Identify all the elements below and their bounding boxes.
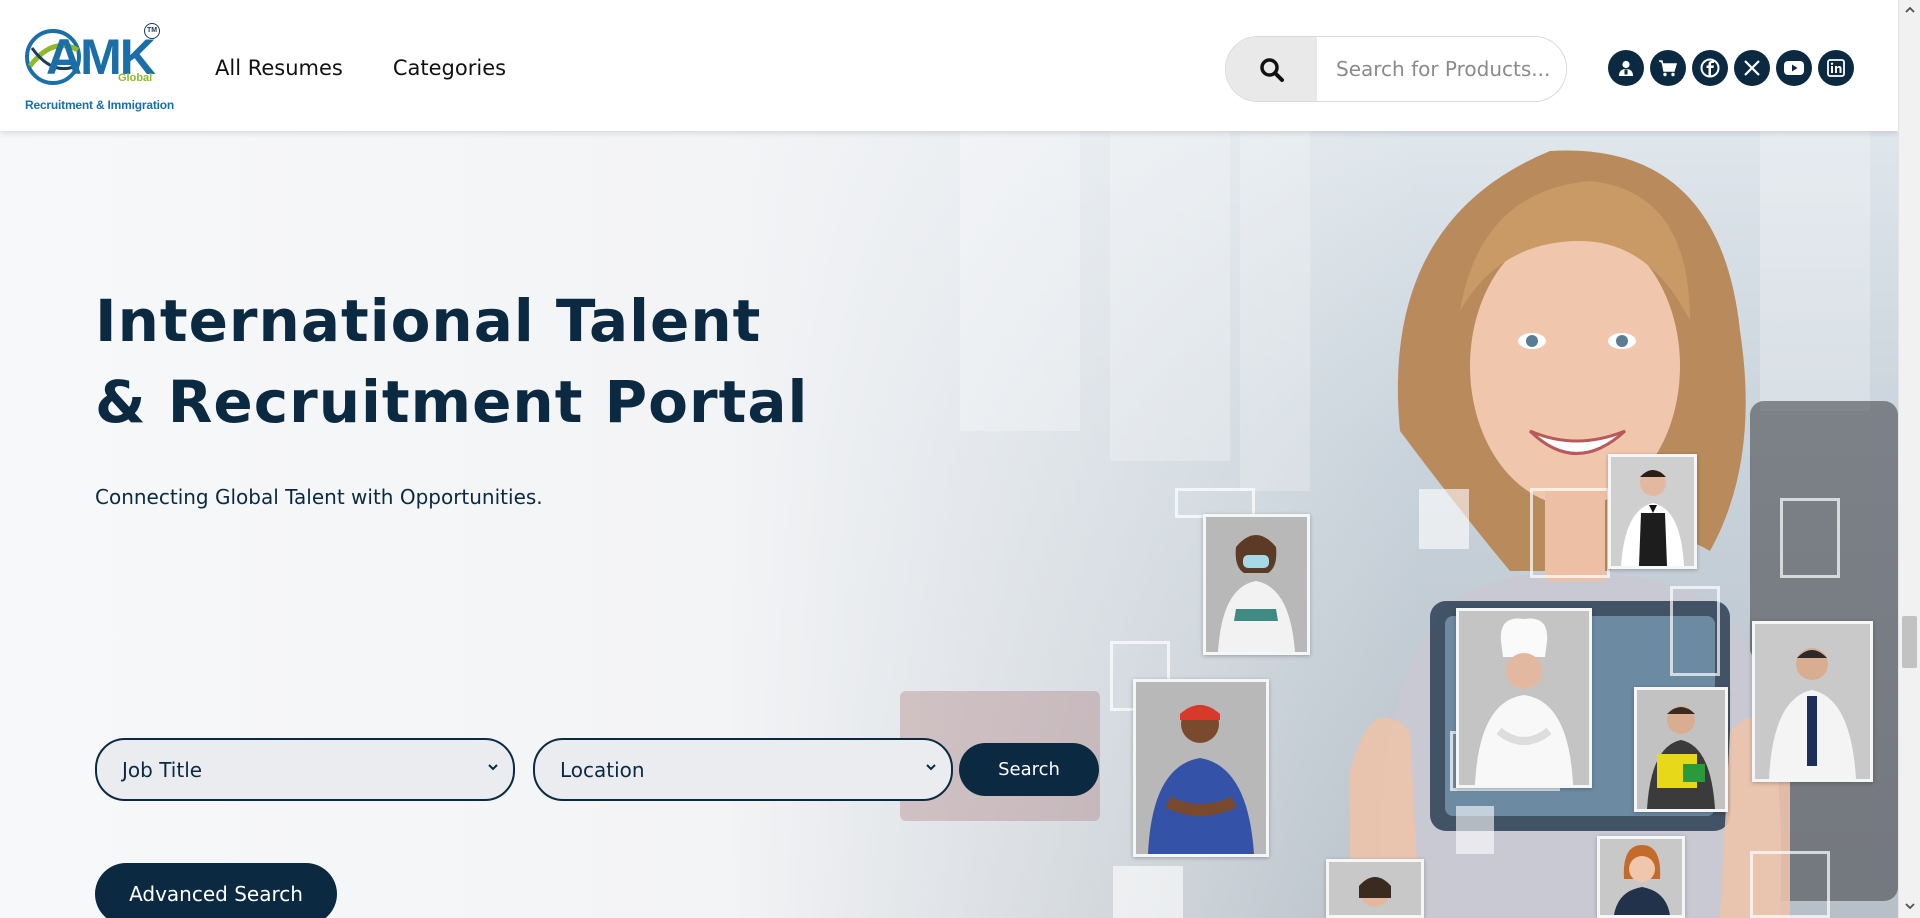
hero-section: International Talent & Recruitment Porta… bbox=[0, 131, 1898, 918]
search-filters: Job Title Location Search bbox=[95, 738, 1099, 801]
cart-icon[interactable] bbox=[1650, 50, 1686, 86]
advanced-search-button[interactable]: Advanced Search bbox=[95, 863, 337, 918]
search-icon bbox=[1259, 58, 1284, 82]
decorative-square bbox=[1419, 489, 1469, 549]
social-links bbox=[1608, 50, 1854, 86]
search-button[interactable] bbox=[1226, 37, 1317, 101]
chevron-down-icon bbox=[488, 764, 498, 771]
nav-categories[interactable]: Categories bbox=[393, 56, 506, 80]
worker-photo-waiter bbox=[1608, 454, 1697, 569]
worker-photo-woman bbox=[1326, 859, 1424, 918]
worker-photo-mechanic bbox=[1133, 679, 1269, 857]
worker-photo-chef bbox=[1456, 608, 1592, 788]
logo-tagline: Recruitment & Immigration bbox=[25, 98, 175, 112]
chevron-down-icon bbox=[926, 764, 936, 771]
product-search bbox=[1225, 36, 1567, 102]
logo-global-text: Global bbox=[118, 72, 153, 84]
page-scrollbar[interactable] bbox=[1898, 0, 1920, 918]
hero-title-line1: International Talent bbox=[95, 287, 762, 355]
background-window bbox=[960, 131, 1080, 431]
scroll-up-icon[interactable] bbox=[1904, 4, 1916, 16]
job-title-select-value: Job Title bbox=[122, 757, 203, 782]
background-window bbox=[1110, 131, 1230, 461]
worker-photo-businesswoman bbox=[1597, 836, 1685, 918]
worker-photo-doctor bbox=[1752, 621, 1873, 782]
hero-subtitle: Connecting Global Talent with Opportunit… bbox=[95, 485, 543, 509]
decorative-frame bbox=[1530, 488, 1610, 578]
hero-title-line2: & Recruitment Portal bbox=[95, 368, 809, 436]
worker-photo-nurse bbox=[1203, 514, 1310, 655]
location-select-value: Location bbox=[560, 757, 645, 782]
hero-title: International Talent & Recruitment Porta… bbox=[95, 281, 808, 443]
background-window bbox=[1240, 131, 1310, 491]
nav-all-resumes[interactable]: All Resumes bbox=[215, 56, 343, 80]
scrollbar-thumb[interactable] bbox=[1902, 616, 1917, 668]
linkedin-icon[interactable] bbox=[1818, 50, 1854, 86]
search-jobs-button[interactable]: Search bbox=[959, 743, 1099, 796]
hero-text: International Talent & Recruitment Porta… bbox=[95, 281, 808, 509]
decorative-square bbox=[1456, 806, 1494, 854]
scroll-down-icon[interactable] bbox=[1904, 900, 1916, 912]
decorative-frame bbox=[1670, 586, 1720, 676]
location-select[interactable]: Location bbox=[533, 738, 953, 801]
main-nav: All Resumes Categories bbox=[215, 56, 506, 80]
decorative-frame bbox=[1780, 498, 1840, 578]
search-input[interactable] bbox=[1317, 37, 1566, 101]
decorative-square bbox=[1113, 866, 1183, 918]
site-logo[interactable]: AMK Global TM Recruitment & Immigration bbox=[22, 22, 174, 114]
worker-photo-cleaner bbox=[1634, 687, 1728, 812]
site-header: AMK Global TM Recruitment & Immigration … bbox=[0, 0, 1898, 131]
decorative-frame bbox=[1750, 851, 1830, 918]
facebook-icon[interactable] bbox=[1692, 50, 1728, 86]
youtube-icon[interactable] bbox=[1776, 50, 1812, 86]
trademark-badge: TM bbox=[144, 23, 160, 39]
account-icon[interactable] bbox=[1608, 50, 1644, 86]
x-icon[interactable] bbox=[1734, 50, 1770, 86]
job-title-select[interactable]: Job Title bbox=[95, 738, 515, 801]
